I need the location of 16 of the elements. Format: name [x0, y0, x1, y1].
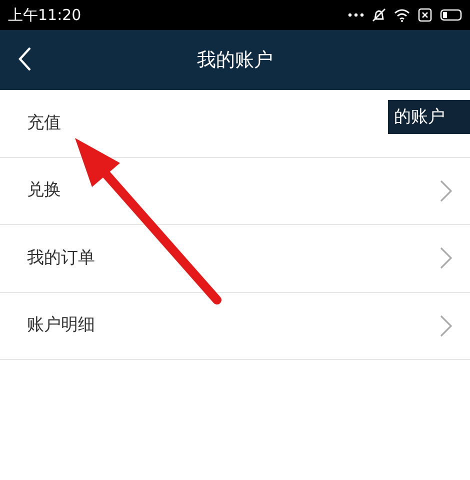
- menu-row[interactable]: 账户明细: [0, 292, 470, 360]
- back-button[interactable]: [18, 46, 32, 72]
- menu-label: 兑换: [27, 179, 61, 202]
- menu-label: 我的订单: [27, 246, 95, 270]
- more-dots-icon: [348, 13, 364, 17]
- wifi-icon: [394, 8, 410, 22]
- header-fragment-overlay: 的账户: [388, 100, 470, 134]
- status-time: 上午11:20: [8, 4, 82, 26]
- back-icon: [18, 46, 32, 72]
- battery-icon: [440, 9, 462, 21]
- sim-x-icon: [418, 8, 432, 22]
- menu-label: 账户明细: [27, 314, 95, 337]
- muted-bell-icon: [372, 8, 386, 22]
- menu-label: 充值: [27, 112, 61, 134]
- page-title: 我的账户: [197, 48, 273, 73]
- menu-row[interactable]: 我的订单: [0, 225, 470, 292]
